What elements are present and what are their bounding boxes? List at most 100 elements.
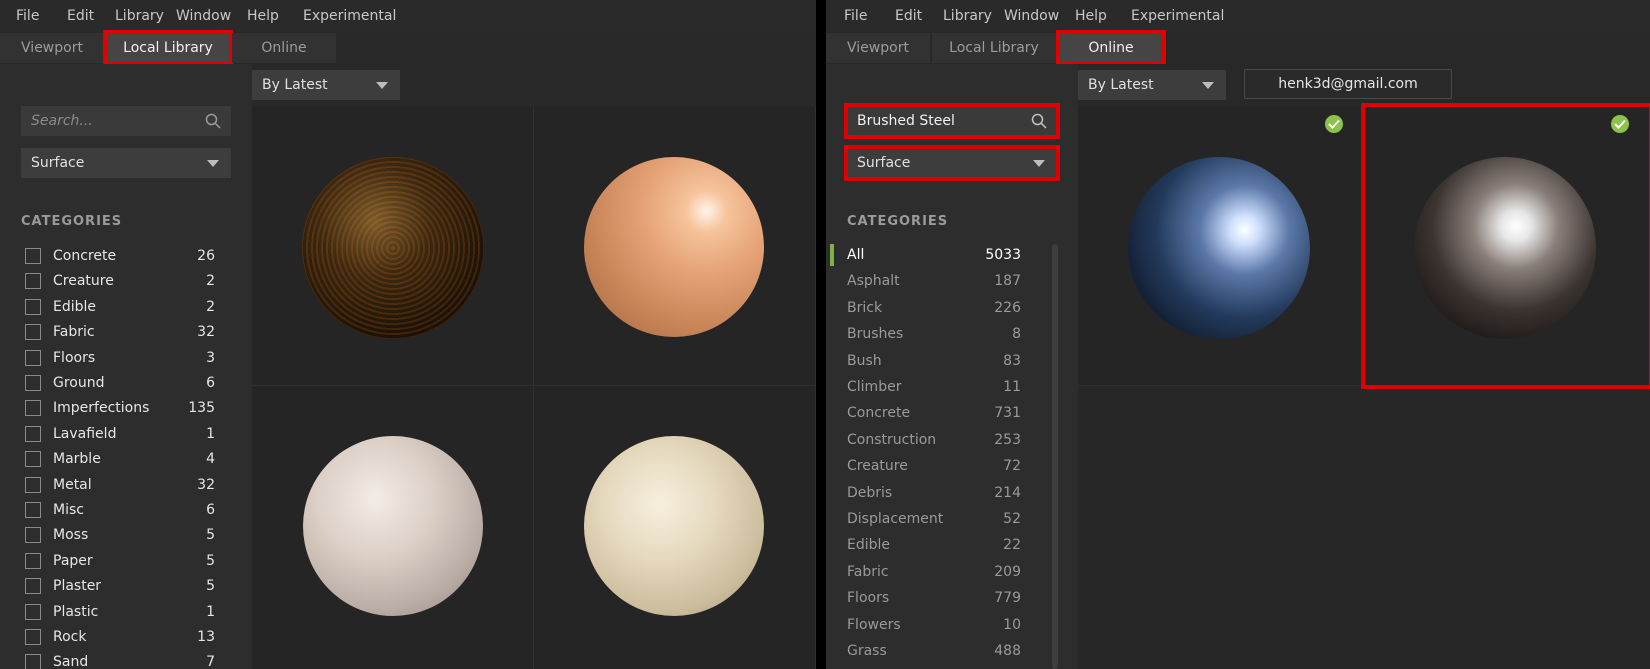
category-checkbox[interactable] <box>25 451 41 468</box>
menu-library[interactable]: Library <box>115 8 164 24</box>
search-input[interactable]: Brushed Steel <box>844 103 1060 139</box>
menu-file[interactable]: File <box>844 8 867 24</box>
category-label: Lavafield <box>53 425 117 442</box>
type-filter-dropdown[interactable]: Surface <box>844 145 1060 181</box>
category-label: Climber <box>847 379 902 395</box>
category-row[interactable]: Ground 6 <box>25 372 215 394</box>
category-row[interactable]: Brick 226 <box>847 297 1021 319</box>
account-email[interactable]: henk3d@gmail.com <box>1244 69 1452 99</box>
category-row[interactable]: Concrete 26 <box>25 245 215 267</box>
local-library-window: File Edit Library Window Help Experiment… <box>0 0 816 669</box>
category-row[interactable]: Displacement 52 <box>847 508 1021 530</box>
tab-online[interactable]: Online <box>232 33 336 63</box>
category-count: 226 <box>994 299 1021 316</box>
menu-window[interactable]: Window <box>1004 8 1059 24</box>
category-row[interactable]: Fabric 209 <box>847 561 1021 583</box>
category-checkbox[interactable] <box>25 527 41 544</box>
category-row[interactable]: Imperfections 135 <box>25 397 215 419</box>
sort-value: By Latest <box>262 77 328 93</box>
category-row[interactable]: Rock 13 <box>25 626 215 648</box>
type-filter-value: Surface <box>31 155 85 171</box>
menu-help[interactable]: Help <box>1075 8 1107 24</box>
category-row[interactable]: Bush 83 <box>847 350 1021 372</box>
category-row[interactable]: Plaster 5 <box>25 575 215 597</box>
tab-online[interactable]: Online <box>1056 30 1166 66</box>
category-row[interactable]: Climber 11 <box>847 376 1021 398</box>
category-row[interactable]: Floors 779 <box>847 587 1021 609</box>
asset-tile[interactable] <box>252 106 534 386</box>
category-checkbox[interactable] <box>25 248 41 264</box>
category-row[interactable]: Misc 6 <box>25 499 215 521</box>
category-row[interactable]: Plastic 1 <box>25 601 215 623</box>
menu-file[interactable]: File <box>16 8 39 24</box>
category-scrollbar[interactable] <box>1052 244 1058 669</box>
search-placeholder: Search... <box>31 113 93 129</box>
menu-experimental[interactable]: Experimental <box>303 8 396 24</box>
category-row[interactable]: Creature 72 <box>847 455 1021 477</box>
category-row[interactable]: Debris 214 <box>847 482 1021 504</box>
category-row[interactable]: Construction 253 <box>847 429 1021 451</box>
category-row[interactable]: Brushes 8 <box>847 323 1021 345</box>
category-count: 7 <box>206 654 215 669</box>
category-row[interactable]: Grass 488 <box>847 640 1021 662</box>
category-row[interactable]: Marble 4 <box>25 448 215 470</box>
category-checkbox[interactable] <box>25 324 41 341</box>
category-checkbox[interactable] <box>25 578 41 595</box>
type-filter-dropdown[interactable]: Surface <box>21 148 231 178</box>
search-icon <box>205 113 221 129</box>
asset-tile[interactable] <box>534 106 816 386</box>
menu-help[interactable]: Help <box>247 8 279 24</box>
asset-tile[interactable] <box>534 386 816 669</box>
sort-dropdown[interactable]: By Latest <box>252 70 400 100</box>
search-input[interactable]: Search... <box>21 106 231 136</box>
category-checkbox[interactable] <box>25 425 41 442</box>
menu-bar: File Edit Library Window Help Experiment… <box>0 0 816 34</box>
category-row[interactable]: Sand 7 <box>25 651 215 669</box>
category-row[interactable]: Concrete 731 <box>847 402 1021 424</box>
asset-tile[interactable] <box>252 386 534 669</box>
category-row[interactable]: Fabric 32 <box>25 321 215 343</box>
category-row[interactable]: Lavafield 1 <box>25 423 215 445</box>
category-checkbox[interactable] <box>25 476 41 493</box>
tab-viewport[interactable]: Viewport <box>826 33 930 63</box>
category-row[interactable]: All 5033 <box>847 244 1021 266</box>
category-checkbox[interactable] <box>25 654 41 669</box>
tab-local-library[interactable]: Local Library <box>932 33 1056 63</box>
category-checkbox[interactable] <box>25 400 41 417</box>
category-checkbox[interactable] <box>25 502 41 518</box>
category-count: 214 <box>994 484 1021 501</box>
categories-heading: CATEGORIES <box>21 214 123 229</box>
menu-window[interactable]: Window <box>176 8 231 24</box>
category-checkbox[interactable] <box>25 375 41 391</box>
category-checkbox[interactable] <box>25 298 41 315</box>
menu-bar: File Edit Library Window Help Experiment… <box>826 0 1650 34</box>
asset-grid <box>252 106 816 669</box>
category-count: 135 <box>188 400 215 417</box>
category-row[interactable]: Edible 22 <box>847 534 1021 556</box>
category-label: Sand <box>53 654 89 669</box>
category-checkbox[interactable] <box>25 273 41 290</box>
category-checkbox[interactable] <box>25 629 41 645</box>
menu-experimental[interactable]: Experimental <box>1131 8 1224 24</box>
category-label: Fabric <box>53 324 95 341</box>
tab-local-library[interactable]: Local Library <box>103 30 233 66</box>
category-checkbox[interactable] <box>25 552 41 569</box>
category-row[interactable]: Asphalt 187 <box>847 270 1021 292</box>
menu-edit[interactable]: Edit <box>67 8 94 24</box>
category-row[interactable]: Creature 2 <box>25 270 215 292</box>
category-row[interactable]: Floors 3 <box>25 347 215 369</box>
category-checkbox[interactable] <box>25 349 41 366</box>
category-row[interactable]: Edible 2 <box>25 296 215 318</box>
category-row[interactable]: Paper 5 <box>25 550 215 572</box>
category-checkbox[interactable] <box>25 603 41 620</box>
sort-dropdown[interactable]: By Latest <box>1078 70 1226 100</box>
category-row[interactable]: Moss 5 <box>25 524 215 546</box>
menu-edit[interactable]: Edit <box>895 8 922 24</box>
category-row[interactable]: Flowers 10 <box>847 614 1021 636</box>
asset-tile[interactable] <box>1078 106 1364 386</box>
tab-viewport[interactable]: Viewport <box>0 33 104 63</box>
asset-tile-selected[interactable] <box>1361 103 1650 389</box>
category-row[interactable]: Metal 32 <box>25 474 215 496</box>
menu-library[interactable]: Library <box>943 8 992 24</box>
category-count: 83 <box>1003 352 1021 369</box>
